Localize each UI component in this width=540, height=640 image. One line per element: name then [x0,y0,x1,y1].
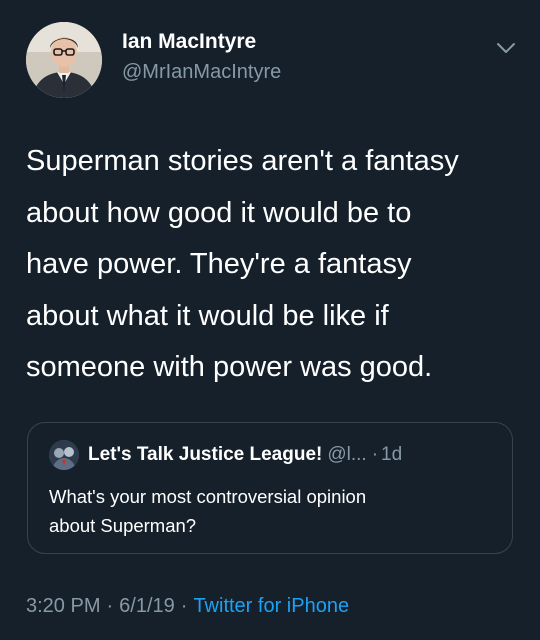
profile-photo-icon [26,22,102,98]
quoted-author-handle[interactable]: @l... [327,444,366,465]
meta-separator: · [180,595,188,617]
tweet-card: Ian MacIntyre @MrIanMacIntyre Superman s… [0,0,540,640]
quoted-author-name[interactable]: Let's Talk Justice League! [88,444,322,465]
quoted-tweet[interactable]: Let's Talk Justice League! @l... · 1d What'… [27,422,513,554]
tweet-text-line: have power. They're a fantasy [26,248,412,280]
author-handle[interactable]: @MrIanMacIntyre [122,61,281,84]
author-display-name[interactable]: Ian MacIntyre [122,30,256,54]
justice-league-avatar-icon [49,440,79,470]
tweet-text: Superman stories aren't a fantasy about … [26,136,526,394]
tweet-text-line: someone with power was good. [26,351,433,383]
tweet-date[interactable]: 6/1/19 [119,595,175,617]
quoted-separator: · [371,444,379,465]
tweet-text-line: about what it would be like if [26,299,389,332]
meta-separator: · [106,595,114,617]
author-avatar[interactable] [26,22,102,98]
quoted-tweet-text: What's your most controversial opinion a… [49,482,499,540]
chevron-down-icon[interactable] [494,38,518,58]
quoted-timestamp: 1d [381,444,403,465]
quoted-text-line: about Superman? [49,515,197,536]
tweet-metadata: 3:20 PM · 6/1/19 · Twitter for iPhone [26,595,349,618]
tweet-text-line: about how good it would be to [26,196,412,229]
tweet-time[interactable]: 3:20 PM [26,595,100,617]
quoted-text-line: What's your most controversial opinion [49,486,367,507]
tweet-text-line: Superman stories aren't a fantasy [26,145,459,177]
tweet-source-link[interactable]: Twitter for iPhone [193,595,349,617]
quoted-tweet-header: Let's Talk Justice League! @l... · 1d [88,444,402,466]
